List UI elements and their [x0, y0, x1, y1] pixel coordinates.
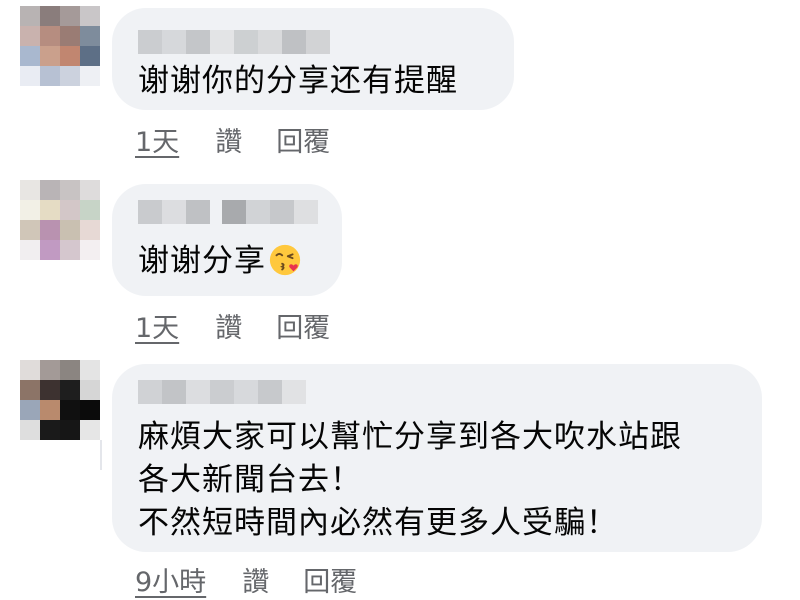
like-button[interactable]: 讚	[215, 306, 242, 345]
comment-text: 谢谢分享	[138, 240, 302, 283]
avatar[interactable]	[20, 180, 100, 260]
reply-button[interactable]: 回覆	[303, 560, 357, 599]
like-button[interactable]: 讚	[215, 120, 242, 159]
comment-text-line: 不然短時間內必然有更多人受騙！	[138, 505, 618, 541]
comment-text: 谢谢你的分享还有提醒	[138, 63, 458, 99]
thread-line	[100, 440, 102, 470]
author-name-blurred[interactable]	[138, 200, 318, 224]
like-button[interactable]: 讚	[242, 560, 269, 599]
avatar[interactable]	[20, 6, 100, 86]
comment-bubble: 谢谢你的分享还有提醒	[112, 8, 514, 110]
comment-text: 麻煩大家可以幫忙分享到各大吹水站跟 各大新聞台去！ 不然短時間內必然有更多人受騙！	[138, 416, 682, 545]
comment-text-line: 各大新聞台去！	[138, 462, 362, 498]
avatar[interactable]	[20, 360, 100, 440]
reply-button[interactable]: 回覆	[276, 306, 330, 345]
timestamp-link[interactable]: 1天	[135, 306, 179, 345]
timestamp-link[interactable]: 9小時	[135, 560, 206, 599]
comment-bubble: 谢谢分享	[112, 184, 342, 296]
comment-bubble: 麻煩大家可以幫忙分享到各大吹水站跟 各大新聞台去！ 不然短時間內必然有更多人受騙！	[112, 364, 762, 552]
author-name-blurred[interactable]	[138, 380, 306, 404]
comment-text-content: 谢谢分享	[138, 243, 266, 279]
reply-button[interactable]: 回覆	[276, 120, 330, 159]
author-name-blurred[interactable]	[138, 30, 330, 54]
face-blowing-kiss-icon	[269, 244, 301, 275]
timestamp-link[interactable]: 1天	[135, 120, 179, 159]
comment-text-line: 麻煩大家可以幫忙分享到各大吹水站跟	[138, 419, 682, 455]
